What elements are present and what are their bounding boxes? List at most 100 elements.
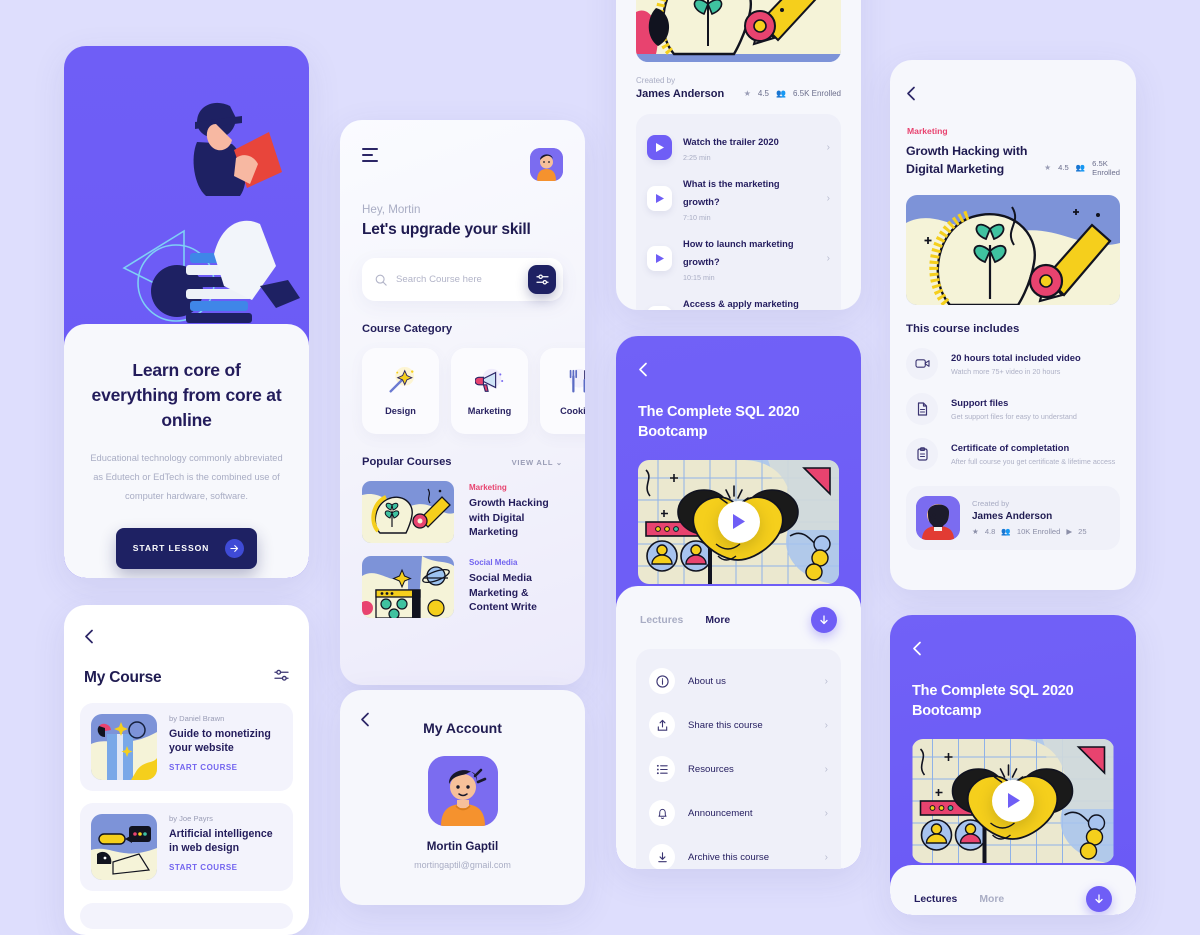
created-by-label: Created by [636, 76, 676, 85]
include-row: 20 hours total included video Watch more … [906, 347, 1120, 380]
back-icon[interactable] [360, 712, 370, 727]
created-by-label: Created by [972, 499, 1010, 509]
video-preview[interactable] [912, 738, 1114, 863]
list-item[interactable]: by Joe Payrs Artificial intelligence in … [80, 803, 293, 891]
creator-row: Created by James Anderson ★ 4.5 👥 6.5K E… [636, 76, 841, 100]
onboarding-panel: Learn core of everything from core at on… [64, 46, 309, 578]
back-icon[interactable] [84, 629, 94, 644]
tab-lectures[interactable]: Lectures [640, 615, 683, 626]
category-card-marketing[interactable]: Marketing [451, 348, 528, 434]
lecture-row[interactable]: Access & apply marketing growth20:20 min… [647, 288, 830, 310]
course-thumbnail [362, 481, 454, 543]
download-button[interactable] [811, 607, 837, 633]
menu-item-label: Archive this course [688, 851, 770, 863]
chevron-right-icon: › [824, 807, 828, 819]
lecture-row[interactable]: What is the marketing growth? 7:10 min › [647, 168, 830, 228]
video-preview[interactable] [638, 459, 839, 584]
chevron-right-icon: › [824, 851, 828, 863]
menu-item-resources[interactable]: Resources › [649, 747, 828, 791]
lecture-row[interactable]: How to launch marketing growth? 10:15 min… [647, 228, 830, 288]
play-button[interactable] [992, 779, 1034, 822]
tab-more[interactable]: More [979, 894, 1004, 905]
back-icon[interactable] [912, 641, 922, 656]
category-card-design[interactable]: Design [362, 348, 439, 434]
menu-item-about-us[interactable]: About us › [649, 659, 828, 703]
include-row: Support files Get support files for easy … [906, 392, 1120, 425]
play-button[interactable] [717, 500, 760, 543]
popular-header: Popular Courses VIEW ALL ⌄ [362, 456, 563, 468]
menu-item-archive-this-course[interactable]: Archive this course › [649, 835, 828, 869]
lecture-row[interactable]: Watch the trailer 2020 2:25 min › [647, 126, 830, 168]
sql-course-panel-2: The Complete SQL 2020 Bootcamp Lectures … [890, 615, 1136, 915]
magic-wand-icon [388, 366, 414, 393]
certificate-icon [906, 437, 938, 470]
lecture-title: Watch the trailer 2020 [683, 137, 779, 147]
star-icon: ★ [1044, 163, 1052, 173]
includes-title: This course includes [906, 322, 1020, 335]
list-item[interactable]: by Daniel Brawn Guide to monetizing your… [80, 703, 293, 791]
my-course-title: My Course [84, 669, 162, 686]
search-filter-button[interactable] [528, 265, 556, 294]
arrow-right-icon [225, 538, 245, 558]
search-input[interactable] [396, 274, 528, 285]
author-card[interactable]: Created by James Anderson ★ 4.8 👥 10K En… [906, 485, 1120, 550]
megaphone-icon [474, 368, 503, 392]
enrolled-value: 6.5K Enrolled [1092, 158, 1121, 177]
category-label: Marketing [467, 406, 512, 416]
videos-count: 25 [1078, 527, 1087, 537]
tab-bar: Lectures More [636, 586, 841, 633]
people-icon: 👥 [776, 89, 786, 98]
menu-item-share-this-course[interactable]: Share this course › [649, 703, 828, 747]
course-meta: by Joe Payrs Artificial intelligence in … [169, 814, 282, 880]
course-stats: ★ 4.5 👥 6.5K Enrolled [744, 89, 841, 100]
list-item-partial[interactable] [80, 903, 293, 929]
my-account-panel: My Account Mortin Gaptil mortingaptil@gm… [340, 690, 585, 905]
tab-more[interactable]: More [705, 615, 730, 626]
search-icon [375, 274, 387, 286]
course-tag: Marketing [469, 482, 507, 492]
onboarding-illustration [64, 46, 309, 331]
cutlery-icon [569, 368, 585, 393]
avatar[interactable] [427, 756, 498, 826]
onboarding-body: Educational technology commonly abbrevia… [90, 452, 283, 501]
rating-value: 4.5 [1058, 163, 1069, 173]
more-menu: About us › Share this course › Resources… [636, 649, 841, 869]
search-bar[interactable] [362, 258, 563, 301]
play-icon[interactable] [647, 134, 672, 160]
include-title: Support files [951, 396, 1009, 408]
menu-item-label: Resources [688, 763, 734, 775]
list-item[interactable]: Social Media Social Media Marketing & Co… [362, 556, 563, 618]
lecture-duration: 10:15 min [683, 273, 715, 282]
avatar[interactable] [530, 148, 563, 181]
include-subtitle: Get support files for easy to understand [951, 411, 1077, 421]
menu-item-announcement[interactable]: Announcement › [649, 791, 828, 835]
list-item[interactable]: Marketing Growth Hacking with Digital Ma… [362, 481, 563, 543]
back-icon[interactable] [638, 362, 648, 377]
view-all-button[interactable]: VIEW ALL ⌄ [512, 458, 563, 467]
start-lesson-button[interactable]: START LESSON [115, 527, 258, 569]
menu-item-label: Announcement [688, 807, 753, 819]
course-title: Guide to monetizing your website [169, 728, 271, 755]
back-icon[interactable] [906, 86, 916, 101]
avatar [916, 495, 960, 540]
download-button[interactable] [1086, 886, 1112, 912]
play-icon[interactable] [647, 185, 672, 211]
play-icon[interactable] [647, 245, 672, 271]
bell-icon [649, 800, 675, 826]
creator-name: James Anderson [636, 88, 725, 100]
course-title: Artificial intelligence in web design [169, 828, 273, 855]
filter-icon[interactable] [274, 669, 289, 687]
play-icon[interactable] [647, 305, 672, 310]
start-course-link[interactable]: START COURSE [169, 763, 282, 772]
menu-icon[interactable] [362, 148, 378, 166]
start-course-link[interactable]: START COURSE [169, 863, 282, 872]
include-subtitle: Watch more 75+ video in 20 hours [951, 366, 1061, 376]
account-name: Mortin Gaptil [426, 840, 499, 853]
sql2-sheet: Lectures More [890, 865, 1136, 915]
course-meta: Marketing Growth Hacking with Digital Ma… [469, 483, 563, 541]
chevron-right-icon: › [824, 675, 828, 687]
category-card-cooking[interactable]: Cooking [540, 348, 585, 434]
tab-lectures[interactable]: Lectures [914, 894, 957, 905]
enrolled-value: 6.5K Enrolled [792, 89, 841, 98]
course-title: Social Media Marketing & Content Write [469, 572, 537, 614]
